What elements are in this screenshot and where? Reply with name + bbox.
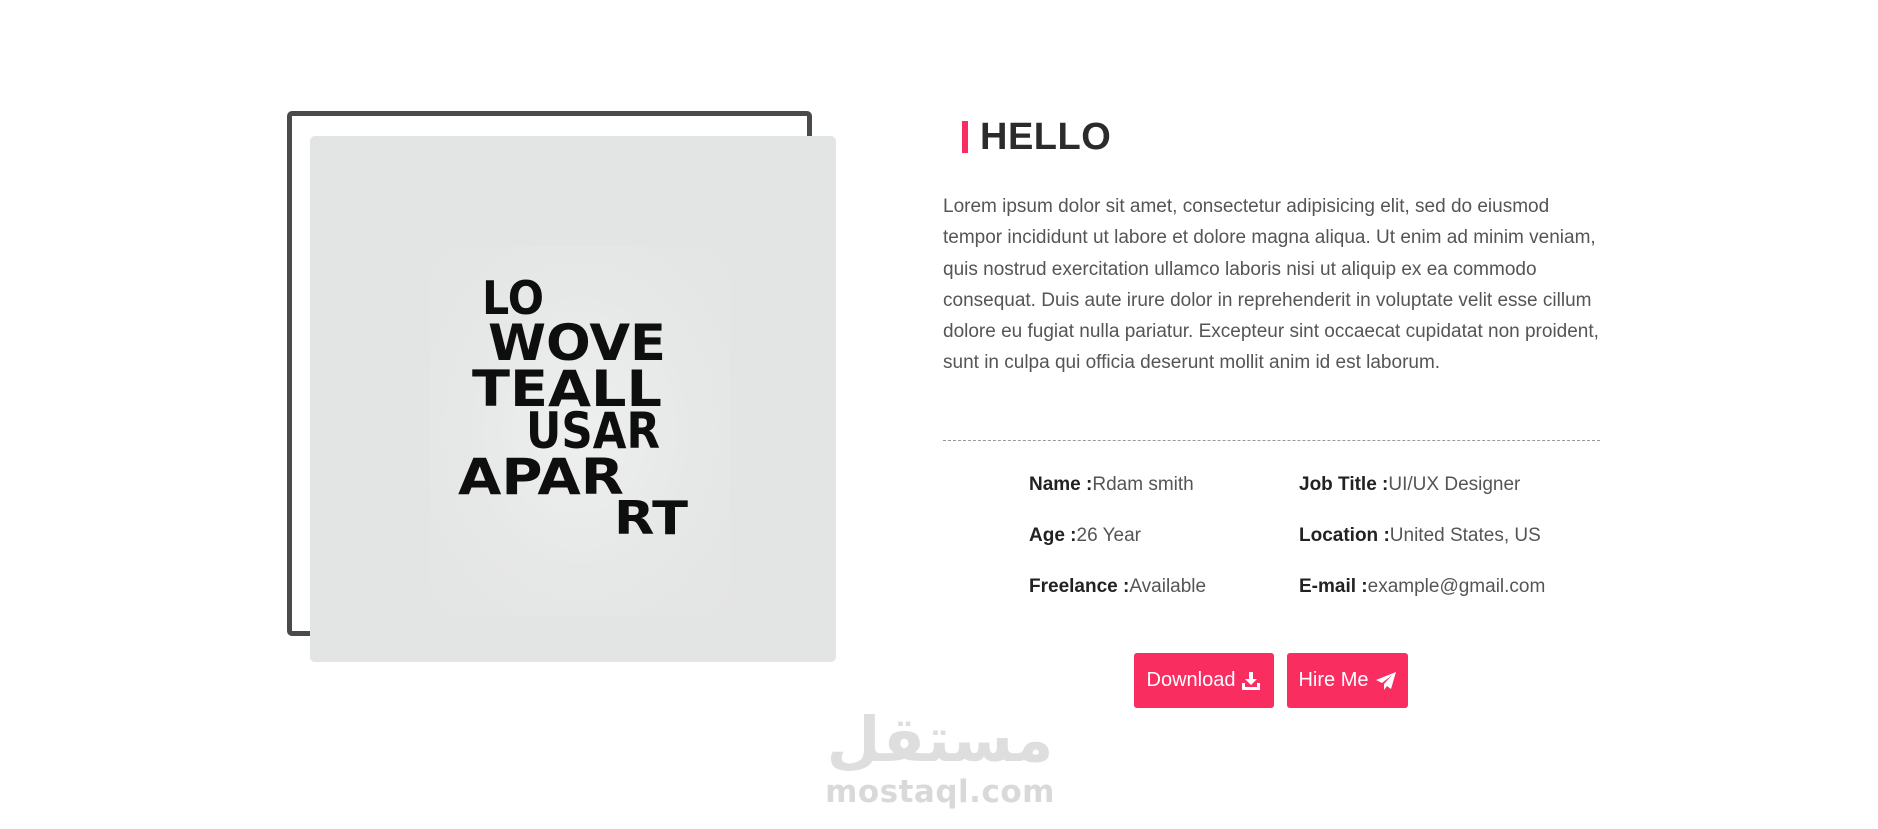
- mostaql-watermark: مستقل mostaql.com: [820, 703, 1060, 810]
- info-location-value: United States, US: [1389, 525, 1541, 546]
- hire-me-button[interactable]: Hire Me: [1287, 653, 1408, 708]
- info-job-title-label: Job Title :: [1299, 474, 1389, 495]
- info-freelance-value: Available: [1129, 576, 1207, 597]
- dashed-divider: [943, 440, 1600, 441]
- download-icon: [1241, 671, 1261, 691]
- info-location-label: Location :: [1299, 525, 1390, 546]
- download-button-label: Download: [1146, 669, 1236, 691]
- info-name-value: Rdam smith: [1092, 474, 1194, 495]
- watermark-latin: mostaql.com: [825, 774, 1055, 810]
- section-heading: HELLO: [962, 115, 1112, 158]
- paper-plane-icon: [1375, 671, 1397, 691]
- info-job-title-value: UI/UX Designer: [1388, 474, 1521, 495]
- poster-line-5: APAR: [458, 448, 624, 506]
- poster-artwork: LO WOVE TEALL USAR APAR RT: [458, 271, 689, 545]
- bio-paragraph: Lorem ipsum dolor sit amet, consectetur …: [943, 196, 1599, 374]
- info-job-title: Job Title :UI/UX Designer: [1299, 473, 1520, 497]
- watermark-arabic: مستقل: [826, 703, 1054, 776]
- heading-accent-bar: [962, 121, 968, 153]
- info-name: Name :Rdam smith: [1029, 473, 1194, 497]
- poster-line-6: RT: [614, 491, 689, 545]
- info-age-value: 26 Year: [1076, 525, 1141, 546]
- profile-image: LO WOVE TEALL USAR APAR RT: [310, 136, 836, 662]
- info-email-label: E-mail :: [1299, 576, 1368, 597]
- info-freelance-label: Freelance :: [1029, 576, 1130, 597]
- hire-me-button-label: Hire Me: [1298, 669, 1369, 691]
- info-name-label: Name :: [1029, 474, 1093, 495]
- info-email: E-mail :example@gmail.com: [1299, 575, 1545, 599]
- info-age-label: Age :: [1029, 525, 1077, 546]
- info-location: Location :United States, US: [1299, 524, 1541, 548]
- info-freelance: Freelance :Available: [1029, 575, 1206, 599]
- info-email-value[interactable]: example@gmail.com: [1368, 576, 1546, 597]
- info-age: Age :26 Year: [1029, 524, 1141, 548]
- page-title: HELLO: [980, 115, 1112, 158]
- download-button[interactable]: Download: [1134, 653, 1274, 708]
